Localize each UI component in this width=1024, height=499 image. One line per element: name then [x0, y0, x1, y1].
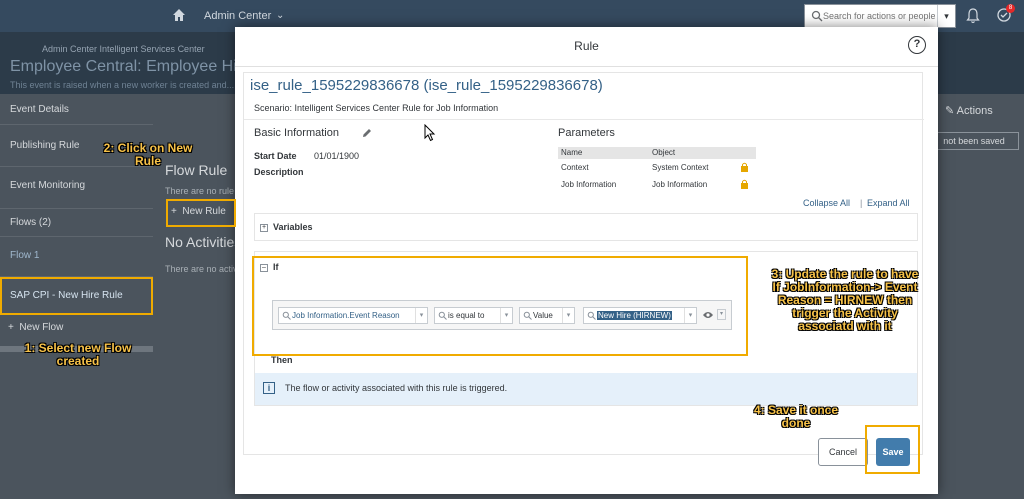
lock-icon — [741, 179, 748, 189]
annotation-step-4: 4: Save it once done — [753, 403, 839, 430]
annotation-step-3: 3: Update the rule to have If JobInforma… — [771, 267, 919, 333]
annotation-step-2: 2: Click on New Rule — [103, 141, 193, 168]
start-date-label: Start Date — [254, 151, 297, 161]
collapse-all-link[interactable]: Collapse All — [803, 198, 850, 208]
cancel-button[interactable]: Cancel — [818, 438, 868, 466]
param-name: Context — [561, 163, 589, 172]
variables-section: + Variables — [254, 213, 918, 241]
info-text: The flow or activity associated with thi… — [285, 383, 508, 393]
breadcrumb[interactable]: Admin Center Intelligent Services Center — [42, 44, 205, 54]
app-title[interactable]: Admin Center — [204, 10, 271, 22]
param-name: Job Information — [561, 180, 617, 189]
actions-button[interactable]: ✎ Actions — [945, 104, 993, 117]
link-separator: | — [860, 198, 863, 208]
notification-badge: 8 — [1006, 4, 1015, 13]
nav-label: Flow 1 — [10, 250, 40, 261]
edit-icon[interactable] — [361, 127, 373, 139]
highlight-new-rule — [166, 199, 236, 227]
column-header: Name — [561, 148, 583, 157]
lock-icon — [741, 162, 748, 172]
plus-icon: + — [8, 322, 14, 333]
nav-label: Event Monitoring — [10, 180, 86, 191]
page-title: Employee Central: Employee Hire — [10, 58, 251, 75]
table-header: Name Object — [558, 147, 756, 159]
nav-item-flows[interactable]: Flows (2) — [0, 209, 153, 237]
no-activities-title: No Activities — [165, 234, 242, 250]
table-row: Job Information Job Information — [558, 176, 756, 193]
divider — [244, 119, 924, 120]
not-saved-badge: not been saved — [929, 132, 1019, 150]
new-flow-button[interactable]: + New Flow — [8, 322, 63, 333]
nav-item-event-details[interactable]: Event Details — [0, 94, 153, 125]
chevron-down-icon[interactable]: ⌄ — [276, 10, 284, 21]
actions-label: Actions — [956, 105, 993, 117]
highlight-save — [865, 425, 920, 474]
description-label: Description — [254, 167, 304, 177]
nav-label: Event Details — [10, 104, 69, 115]
expand-all-link[interactable]: Expand All — [867, 198, 910, 208]
annotation-step-1: 1: Select new Flow created — [24, 341, 132, 368]
variables-label: Variables — [273, 222, 313, 232]
nav-label: Flows (2) — [10, 217, 52, 228]
highlight-if-condition — [252, 256, 748, 356]
nav-item-flow-1[interactable]: Flow 1 — [0, 237, 153, 277]
no-rule-text: There are no rule — [165, 186, 235, 196]
basic-information-title: Basic Information — [254, 127, 339, 139]
parameters-title: Parameters — [558, 127, 615, 139]
mouse-cursor-icon — [424, 124, 436, 142]
notifications-button[interactable]: 8 — [996, 4, 1015, 23]
column-header: Object — [652, 148, 676, 157]
search-icon — [811, 10, 823, 22]
param-object: System Context — [652, 163, 709, 172]
dialog-header: Rule ? — [235, 27, 938, 67]
search-dropdown-icon[interactable]: ▾ — [937, 5, 955, 27]
info-strip: i The flow or activity associated with t… — [255, 373, 917, 405]
scenario-text: Scenario: Intelligent Services Center Ru… — [254, 103, 499, 113]
share-icon: ✎ — [945, 105, 955, 117]
no-activities-text: There are no activ — [165, 264, 238, 274]
rule-name: ise_rule_1595229836678 (ise_rule_1595229… — [250, 77, 603, 94]
param-object: Job Information — [652, 180, 708, 189]
table-row: Context System Context — [558, 159, 756, 176]
start-date-value: 01/01/1900 — [314, 151, 360, 161]
bell-icon[interactable] — [966, 8, 980, 24]
highlight-selected-flow — [0, 277, 153, 315]
new-flow-label: New Flow — [19, 322, 64, 333]
expand-icon[interactable]: + — [260, 224, 268, 232]
info-icon: i — [263, 382, 275, 394]
help-icon[interactable]: ? — [908, 36, 926, 54]
home-icon[interactable] — [172, 8, 186, 22]
page-subtitle: This event is raised when a new worker i… — [10, 80, 235, 90]
nav-item-event-monitoring[interactable]: Event Monitoring — [0, 167, 153, 209]
then-label: Then — [271, 355, 293, 365]
search-box: ▾ — [804, 4, 956, 28]
dialog-title: Rule — [574, 39, 599, 53]
search-input[interactable] — [823, 9, 935, 23]
parameters-table: Name Object Context System Context Job I… — [558, 147, 756, 193]
